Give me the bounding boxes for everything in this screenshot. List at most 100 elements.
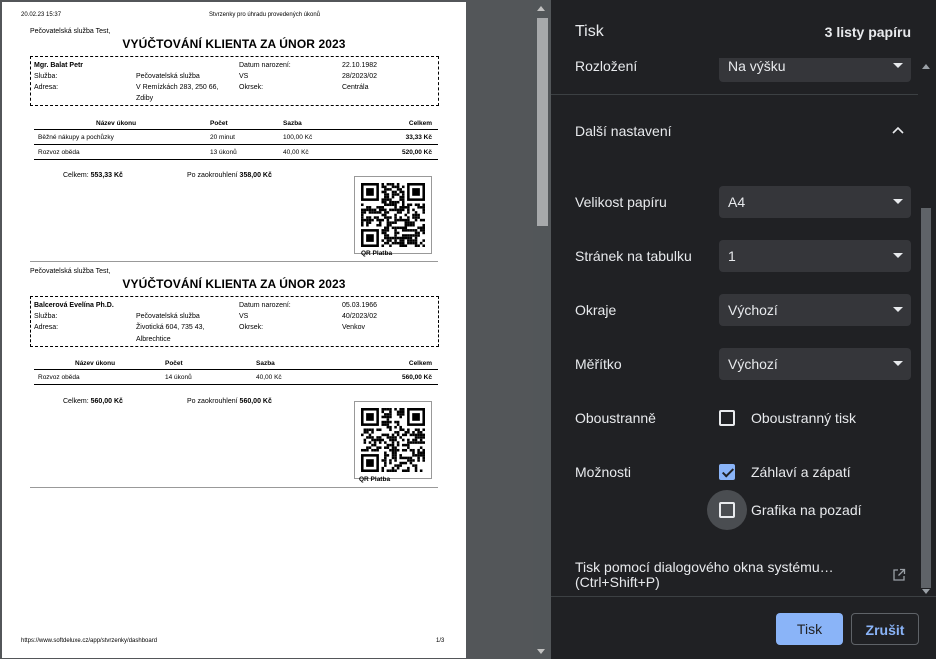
pages-per-sheet-label: Stránek na tabulku — [575, 248, 692, 264]
margins-row: Okraje Výchozí — [575, 294, 920, 326]
background-graphics-checkbox[interactable] — [719, 502, 735, 518]
rounded-total: Po zaokrouhlení 560,00 Kč — [187, 398, 272, 405]
service-value: Pečovatelská služba — [136, 313, 200, 320]
margins-label: Okraje — [575, 302, 617, 318]
district-label: Okrsek: — [239, 324, 264, 331]
pages-per-sheet-select[interactable]: 1 — [719, 240, 911, 272]
table-rule — [34, 144, 438, 145]
dropdown-arrow-icon — [893, 63, 903, 68]
total-label: Celkem: — [63, 398, 89, 405]
margins-select[interactable]: Výchozí — [719, 294, 911, 326]
rounded-value: 560,00 Kč — [239, 398, 272, 405]
sheet-count: 3 listy papíru — [824, 24, 911, 40]
settings-panel: Rozložení Na výšku Další nastavení Velik… — [551, 58, 920, 596]
table-header: Počet — [165, 360, 183, 367]
scroll-down-arrow-icon[interactable] — [922, 589, 930, 594]
dob-label: Datum narození: — [239, 302, 291, 309]
layout-value: Na výšku — [728, 58, 786, 74]
vs-label: VS — [239, 73, 249, 80]
address-line2: Zdiby — [136, 95, 154, 102]
page-header-title: Stvrzenky pro úhradu provedených úkonů — [209, 12, 321, 18]
rounded-total: Po zaokrouhlení 358,00 Kč — [187, 172, 272, 179]
vs-label: VS — [239, 313, 249, 320]
total-value: 553,33 Kč — [90, 172, 123, 179]
scroll-down-arrow-icon[interactable] — [537, 649, 545, 654]
total-value: 560,00 Kč — [90, 398, 123, 405]
dropdown-arrow-icon — [893, 307, 903, 312]
section-divider — [30, 261, 438, 262]
background-graphics-label[interactable]: Grafika na pozadí — [751, 502, 862, 518]
layout-label: Rozložení — [575, 58, 638, 74]
table-cell: 33,33 Kč — [405, 134, 432, 141]
address-line1: Životická 604, 735 43, — [136, 324, 205, 331]
table-header: Celkem — [408, 120, 432, 127]
organization-name: Pečovatelská služba Test, — [30, 268, 111, 275]
service-label: Služba: — [34, 313, 58, 320]
scale-select[interactable]: Výchozí — [719, 348, 911, 380]
table-rule — [34, 384, 438, 385]
table-header: Název úkonu — [75, 360, 116, 367]
dialog-header: Tisk 3 listy papíru — [551, 0, 936, 58]
client-name: Balcerová Evelína Ph.D. — [34, 302, 114, 309]
table-cell: 13 úkonů — [210, 149, 237, 156]
organization-name: Pečovatelská služba Test, — [30, 28, 111, 35]
dob-value: 05.03.1966 — [342, 302, 378, 309]
cancel-button[interactable]: Zrušit — [851, 613, 919, 645]
more-settings-label: Další nastavení — [575, 123, 672, 139]
dialog-footer: Tisk Zrušit — [551, 596, 936, 659]
qr-label: QR Platba — [359, 476, 391, 483]
paper-size-select[interactable]: A4 — [719, 186, 911, 218]
service-label: Služba: — [34, 73, 58, 80]
margins-value: Výchozí — [728, 302, 778, 318]
print-preview: 20.02.23 15:37 Stvrzenky pro úhradu prov… — [0, 0, 551, 659]
preview-page: 20.02.23 15:37 Stvrzenky pro úhradu prov… — [2, 2, 466, 658]
layout-select[interactable]: Na výšku — [719, 58, 911, 82]
dropdown-arrow-icon — [893, 253, 903, 258]
preview-scrollbar-thumb[interactable] — [537, 18, 548, 226]
address-line2: Albrechtice — [136, 336, 171, 343]
dob-label: Datum narození: — [239, 62, 291, 69]
invoice-section: Pečovatelská služba Test, VYÚČTOVÁNÍ KLI… — [30, 28, 439, 258]
qr-code — [354, 401, 432, 479]
duplex-label: Oboustranně — [575, 410, 656, 426]
rounded-label: Po zaokrouhlení — [187, 398, 238, 405]
system-dialog-shortcut: (Ctrl+Shift+P) — [575, 574, 660, 590]
rounded-value: 358,00 Kč — [239, 172, 272, 179]
system-dialog-label: Tisk pomocí dialogového okna systému… — [575, 559, 834, 575]
print-button[interactable]: Tisk — [776, 613, 843, 645]
headers-footers-label[interactable]: Záhlaví a zápatí — [751, 464, 851, 480]
address-label: Adresa: — [34, 84, 59, 91]
page-header-date: 20.02.23 15:37 — [21, 12, 62, 18]
system-dialog-link[interactable]: Tisk pomocí dialogového okna systému… (C… — [575, 558, 920, 592]
print-dialog: Rozložení Na výšku Další nastavení Velik… — [551, 0, 936, 659]
table-header: Název úkonu — [96, 120, 137, 127]
total: Celkem: 553,33 Kč — [63, 172, 123, 179]
table-cell: 40,00 Kč — [256, 374, 282, 381]
address-line1: V Remízkách 283, 250 66, — [136, 84, 219, 91]
table-header: Celkem — [408, 360, 432, 367]
dialog-title: Tisk — [575, 23, 604, 40]
table-header: Počet — [210, 120, 228, 127]
invoice-title: VYÚČTOVÁNÍ KLIENTA ZA ÚNOR 2023 — [122, 277, 346, 291]
paper-size-value: A4 — [728, 194, 746, 210]
options-row: Možnosti Záhlaví a zápatí Grafika na poz… — [575, 456, 920, 536]
invoice-title: VYÚČTOVÁNÍ KLIENTA ZA ÚNOR 2023 — [122, 37, 346, 51]
scroll-up-arrow-icon[interactable] — [922, 64, 930, 69]
headers-footers-checkbox[interactable] — [719, 464, 735, 480]
dropdown-arrow-icon — [893, 361, 903, 366]
scroll-up-arrow-icon[interactable] — [537, 6, 545, 11]
vs-value: 40/2023/02 — [342, 313, 378, 320]
district-label: Okrsek: — [239, 84, 264, 91]
table-cell: 20 minut — [210, 134, 235, 141]
invoice-section: Pečovatelská služba Test, VYÚČTOVÁNÍ KLI… — [30, 268, 439, 488]
table-cell: 100,00 Kč — [283, 134, 313, 141]
more-settings-toggle[interactable]: Další nastavení — [575, 120, 920, 144]
client-info-box: Mgr. Balat Petr Služba: Adresa: Pečovate… — [30, 56, 439, 106]
scale-row: Měřítko Výchozí — [575, 348, 920, 380]
settings-scrollbar-thumb[interactable] — [921, 208, 931, 588]
duplex-checkbox[interactable] — [719, 410, 735, 426]
scale-label: Měřítko — [575, 356, 622, 372]
duplex-option-label[interactable]: Oboustranný tisk — [751, 410, 856, 426]
table-rule — [34, 159, 438, 160]
total-label: Celkem: — [63, 172, 89, 179]
